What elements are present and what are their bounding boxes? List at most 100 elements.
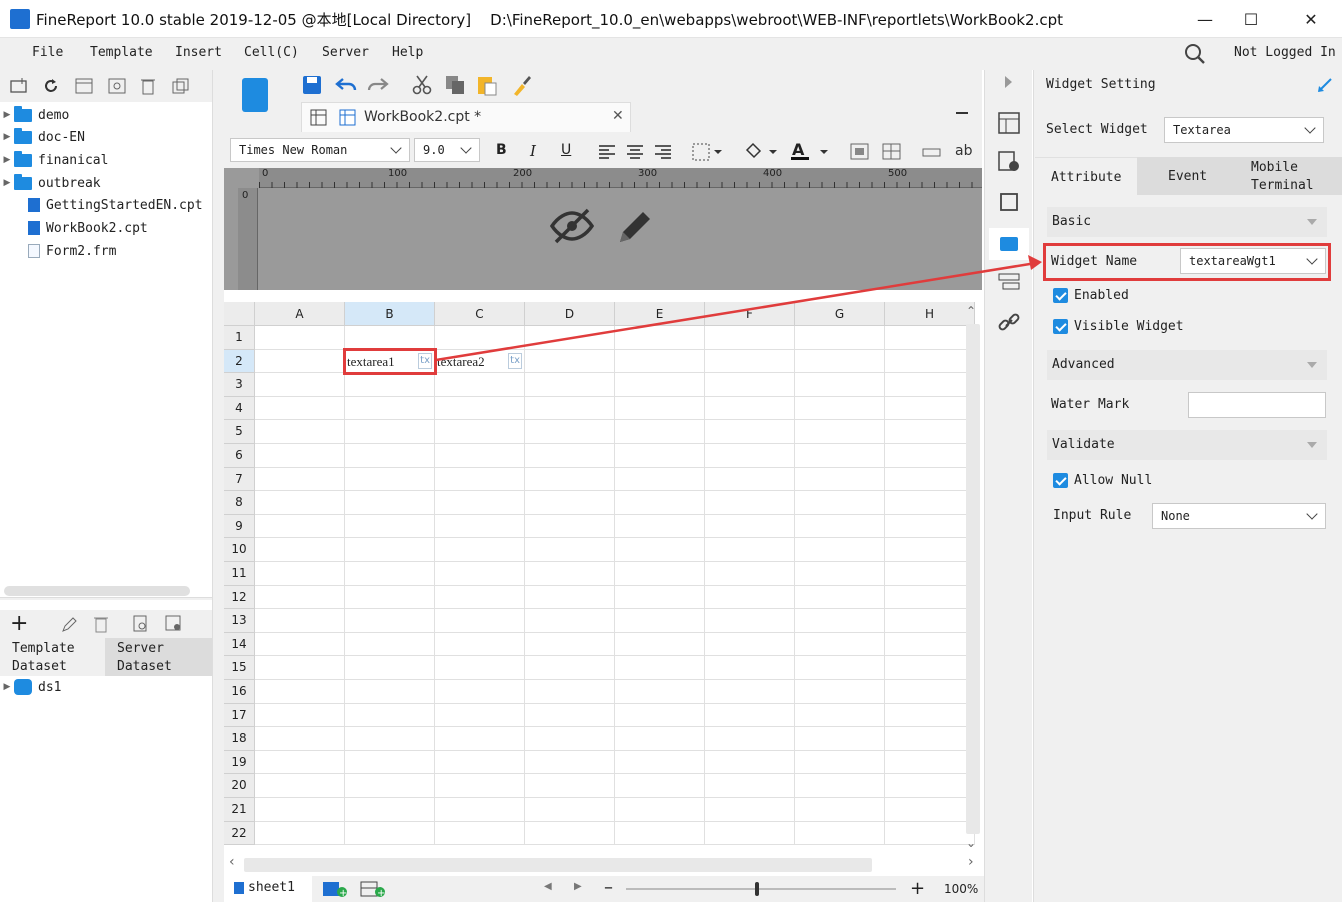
zoom-slider-thumb[interactable] xyxy=(755,882,759,896)
row-header-18[interactable]: 18 xyxy=(224,727,255,751)
cell-d18[interactable] xyxy=(525,727,615,751)
zoom-slider[interactable] xyxy=(626,888,896,890)
cell-c5[interactable] xyxy=(435,420,525,444)
settings-icon[interactable] xyxy=(108,78,126,94)
cell-h7[interactable] xyxy=(885,467,975,492)
cell-f17[interactable] xyxy=(705,703,795,728)
cell-g17[interactable] xyxy=(795,703,885,728)
font-size-select[interactable]: 9.0 xyxy=(414,138,480,162)
cell-a3[interactable] xyxy=(255,373,345,397)
cell-g15[interactable] xyxy=(795,656,885,680)
cell-h11[interactable] xyxy=(885,562,975,586)
cell-d19[interactable] xyxy=(525,750,615,775)
cell-a8[interactable] xyxy=(255,491,345,515)
cell-a2[interactable] xyxy=(255,349,345,374)
cell-f4[interactable] xyxy=(705,396,795,421)
cell-b17[interactable] xyxy=(345,703,435,728)
cell-g16[interactable] xyxy=(795,680,885,704)
section-advanced[interactable]: Advanced xyxy=(1047,350,1327,380)
cell-e18[interactable] xyxy=(615,727,705,751)
row-header-15[interactable]: 15 xyxy=(224,656,255,680)
cell-h3[interactable] xyxy=(885,373,975,397)
enabled-checkbox[interactable]: Enabled xyxy=(1053,288,1129,303)
cell-d1[interactable] xyxy=(525,326,615,350)
column-header-b[interactable]: B xyxy=(345,302,435,326)
tab-server-dataset[interactable]: Server Dataset xyxy=(105,638,212,676)
cell-h14[interactable] xyxy=(885,632,975,657)
section-basic[interactable]: Basic xyxy=(1047,207,1327,237)
tab-template-dataset[interactable]: Template Dataset xyxy=(0,638,105,676)
cell-g3[interactable] xyxy=(795,373,885,397)
cell-c13[interactable] xyxy=(435,609,525,633)
cell-h8[interactable] xyxy=(885,491,975,515)
cell-c4[interactable] xyxy=(435,396,525,421)
zoom-in-button[interactable]: + xyxy=(910,878,925,899)
select-all-corner[interactable] xyxy=(224,302,255,326)
underline-button[interactable]: U xyxy=(561,142,571,158)
row-header-19[interactable]: 19 xyxy=(224,750,255,775)
cell-h1[interactable] xyxy=(885,326,975,350)
cell-b21[interactable] xyxy=(345,798,435,822)
cell-b12[interactable] xyxy=(345,585,435,610)
row-header-6[interactable]: 6 xyxy=(224,444,255,468)
cell-c2[interactable]: textarea2 tx xyxy=(435,349,525,374)
cell-b14[interactable] xyxy=(345,632,435,657)
cell-e7[interactable] xyxy=(615,467,705,492)
cell-b9[interactable] xyxy=(345,514,435,539)
cell-f3[interactable] xyxy=(705,373,795,397)
cell-a13[interactable] xyxy=(255,609,345,633)
cell-d5[interactable] xyxy=(525,420,615,444)
cell-g9[interactable] xyxy=(795,514,885,539)
cell-e12[interactable] xyxy=(615,585,705,610)
row-header-8[interactable]: 8 xyxy=(224,491,255,515)
vertical-divider[interactable] xyxy=(212,70,224,902)
cell-e21[interactable] xyxy=(615,798,705,822)
cell-b13[interactable] xyxy=(345,609,435,633)
cell-f11[interactable] xyxy=(705,562,795,586)
cell-e19[interactable] xyxy=(615,750,705,775)
edit-parameter-icon[interactable] xyxy=(616,208,654,246)
cell-g11[interactable] xyxy=(795,562,885,586)
preview-icon[interactable] xyxy=(133,615,149,633)
cell-a11[interactable] xyxy=(255,562,345,586)
cell-e17[interactable] xyxy=(615,703,705,728)
cell-h21[interactable] xyxy=(885,798,975,822)
cell-e3[interactable] xyxy=(615,373,705,397)
cell-e2[interactable] xyxy=(615,349,705,374)
redo-icon[interactable] xyxy=(367,75,389,95)
tab-menu-icon[interactable] xyxy=(956,112,968,122)
unmerge-icon[interactable] xyxy=(882,143,902,161)
cell-d12[interactable] xyxy=(525,585,615,610)
input-rule-combo[interactable]: None xyxy=(1152,503,1326,529)
cell-a19[interactable] xyxy=(255,750,345,775)
insert-icon[interactable] xyxy=(922,146,942,158)
float-element-icon[interactable] xyxy=(998,191,1020,213)
cell-e20[interactable] xyxy=(615,774,705,798)
view-icon[interactable] xyxy=(75,78,93,94)
cell-c8[interactable] xyxy=(435,491,525,515)
sheet-tab[interactable]: sheet1 xyxy=(224,876,312,902)
cell-e1[interactable] xyxy=(615,326,705,350)
cell-c12[interactable] xyxy=(435,585,525,610)
align-right-icon[interactable] xyxy=(654,144,672,160)
cell-g4[interactable] xyxy=(795,396,885,421)
cell-c14[interactable] xyxy=(435,632,525,657)
widget-setting-tab[interactable] xyxy=(989,228,1029,260)
row-header-10[interactable]: 10 xyxy=(224,538,255,562)
cell-f5[interactable] xyxy=(705,420,795,444)
cell-d10[interactable] xyxy=(525,538,615,562)
water-mark-input[interactable] xyxy=(1188,392,1326,418)
cell-g22[interactable] xyxy=(795,821,885,846)
allow-null-checkbox[interactable]: Allow Null xyxy=(1053,473,1152,488)
cell-e5[interactable] xyxy=(615,420,705,444)
cell-b20[interactable] xyxy=(345,774,435,798)
cell-f1[interactable] xyxy=(705,326,795,350)
row-header-17[interactable]: 17 xyxy=(224,703,255,728)
row-header-7[interactable]: 7 xyxy=(224,467,255,492)
pin-icon[interactable] xyxy=(1316,76,1334,94)
select-widget-combo[interactable]: Textarea xyxy=(1164,117,1324,143)
row-header-13[interactable]: 13 xyxy=(224,609,255,633)
align-left-icon[interactable] xyxy=(598,144,616,160)
border-icon[interactable] xyxy=(692,143,722,161)
cell-c3[interactable] xyxy=(435,373,525,397)
